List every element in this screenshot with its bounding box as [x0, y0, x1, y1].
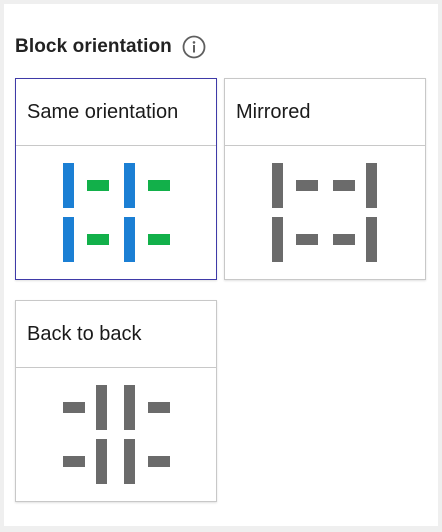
- section-header: Block orientation: [15, 30, 206, 64]
- desk-block: [148, 402, 170, 413]
- desk-block: [296, 180, 318, 191]
- desk-block: [148, 456, 170, 467]
- info-icon[interactable]: [182, 35, 206, 59]
- option-label-back-to-back: Back to back: [16, 301, 216, 368]
- chair-bar: [124, 439, 135, 484]
- chair-bar: [96, 385, 107, 430]
- section-title: Block orientation: [15, 36, 172, 57]
- chair-bar: [124, 163, 135, 208]
- option-card-back-to-back[interactable]: Back to back: [15, 300, 217, 502]
- desk-block: [333, 234, 355, 245]
- chair-bar: [63, 163, 74, 208]
- desk-block: [63, 402, 85, 413]
- desk-block: [87, 180, 109, 191]
- option-label-same-orientation: Same orientation: [16, 79, 216, 146]
- option-card-mirrored[interactable]: Mirrored: [224, 78, 426, 280]
- option-card-same-orientation[interactable]: Same orientation: [15, 78, 217, 280]
- block-orientation-panel: Block orientation Same orientation Mirro…: [4, 4, 438, 526]
- desk-block: [87, 234, 109, 245]
- option-label-mirrored: Mirrored: [225, 79, 425, 146]
- desk-block: [63, 456, 85, 467]
- desk-block: [296, 234, 318, 245]
- chair-bar: [366, 217, 377, 262]
- chair-bar: [366, 163, 377, 208]
- chair-bar: [96, 439, 107, 484]
- desk-block: [148, 180, 170, 191]
- chair-bar: [124, 217, 135, 262]
- back-to-back-illustration: [16, 368, 216, 501]
- chair-bar: [272, 217, 283, 262]
- desk-block: [333, 180, 355, 191]
- chair-bar: [272, 163, 283, 208]
- mirrored-illustration: [225, 146, 425, 279]
- chair-bar: [63, 217, 74, 262]
- desk-block: [148, 234, 170, 245]
- same-orientation-illustration: [16, 146, 216, 279]
- chair-bar: [124, 385, 135, 430]
